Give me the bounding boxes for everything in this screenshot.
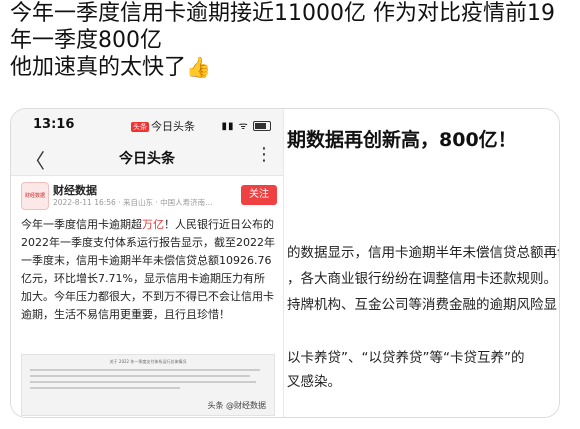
doc-line bbox=[30, 381, 256, 383]
thumbs-up-icon: 👍 bbox=[186, 55, 211, 79]
signal-wifi-battery-icons: ▮▮ ᯤ bbox=[221, 118, 271, 132]
second-body-line: 的数据显示，信用卡逾期半年未偿信贷总额再创 bbox=[287, 245, 559, 261]
article-body: 今年一季度信用卡逾期超万亿！人民银行近日公布的2022年一季度支付体系运行报告显… bbox=[21, 216, 275, 324]
body-highlight: 万亿 bbox=[142, 218, 164, 231]
author-meta: 2022-8-11 16:56 · 来自山东 · 中国人寿济南… bbox=[53, 198, 213, 207]
post-line-3: 他加速真的太快了 bbox=[10, 55, 187, 80]
second-headline: 期数据再创新高，800亿！ bbox=[287, 129, 517, 151]
second-body-line: 以卡养贷”、“以贷养贷”等“卡贷互养”的 bbox=[287, 350, 525, 366]
second-body: 的数据显示，信用卡逾期半年未偿信贷总额再创 ，各大商业银行纷纷在调整信用卡还款规… bbox=[287, 240, 559, 318]
nav-title: 今日头条 bbox=[119, 151, 175, 167]
article: 财经数据 财经数据 2022-8-11 16:56 · 来自山东 · 中国人寿济… bbox=[11, 176, 283, 417]
nav-bar: 〈 今日头条 ⋮ bbox=[11, 139, 283, 176]
post-text: 今年一季度信用卡逾期接近11000亿 作为对比疫情前19 年一季度800亿 他加… bbox=[10, 0, 575, 81]
post-line-2: 年一季度800亿 bbox=[10, 28, 162, 53]
doc-line bbox=[30, 387, 180, 389]
signal-icon: ▮▮ ᯤ bbox=[221, 121, 249, 132]
doc-line bbox=[30, 369, 260, 371]
status-app-label: 头条 今日头条 bbox=[131, 118, 195, 134]
body-part-2: ！人民银行近日公布的2022年一季度支付体系运行报告显示，截至2022年一季度末… bbox=[21, 218, 275, 321]
document-title: 关于 2022 年一季度支付体系运行总体情况 bbox=[109, 359, 187, 364]
phone-screenshot[interactable]: 13:16 头条 今日头条 ▮▮ ᯤ 〈 今日头条 ⋮ 财经数据 财经数据 202… bbox=[11, 109, 284, 417]
second-body-line: 叉感染。 bbox=[287, 374, 341, 390]
status-time: 13:16 bbox=[33, 117, 75, 132]
body-part-1: 今年一季度信用卡逾期超 bbox=[21, 218, 142, 231]
image-card[interactable]: 13:16 头条 今日头条 ▮▮ ᯤ 〈 今日头条 ⋮ 财经数据 财经数据 202… bbox=[10, 108, 560, 418]
post-line-1: 今年一季度信用卡逾期接近11000亿 作为对比疫情前19 bbox=[10, 1, 555, 26]
document-thumbnail[interactable]: 关于 2022 年一季度支付体系运行总体情况 头条 @财经数据 bbox=[21, 354, 275, 416]
battery-icon bbox=[253, 121, 271, 131]
more-icon[interactable]: ⋮ bbox=[255, 144, 273, 165]
second-body-line: ，各大商业银行纷纷在调整信用卡还款规则。 bbox=[287, 271, 557, 287]
watermark: 头条 @财经数据 bbox=[207, 401, 266, 410]
status-app-name: 今日头条 bbox=[151, 120, 195, 133]
second-screenshot[interactable]: 期数据再创新高，800亿！ 的数据显示，信用卡逾期半年未偿信贷总额再创 ，各大商… bbox=[284, 109, 559, 417]
author-name[interactable]: 财经数据 bbox=[53, 182, 97, 198]
second-body-line: 持牌机构、互金公司等消费金融的逾期风险显 bbox=[287, 297, 557, 313]
avatar[interactable]: 财经数据 bbox=[21, 182, 49, 210]
doc-line bbox=[30, 375, 250, 377]
app-badge: 头条 bbox=[131, 122, 149, 132]
follow-button[interactable]: 关注 bbox=[241, 185, 277, 205]
second-body-lower: 以卡养贷”、“以贷养贷”等“卡贷互养”的 叉感染。 bbox=[287, 346, 524, 394]
author-row: 财经数据 财经数据 2022-8-11 16:56 · 来自山东 · 中国人寿济… bbox=[21, 182, 277, 212]
post-line-3-wrap: 他加速真的太快了👍 bbox=[10, 54, 575, 81]
status-bar: 13:16 头条 今日头条 ▮▮ ᯤ bbox=[11, 109, 283, 139]
